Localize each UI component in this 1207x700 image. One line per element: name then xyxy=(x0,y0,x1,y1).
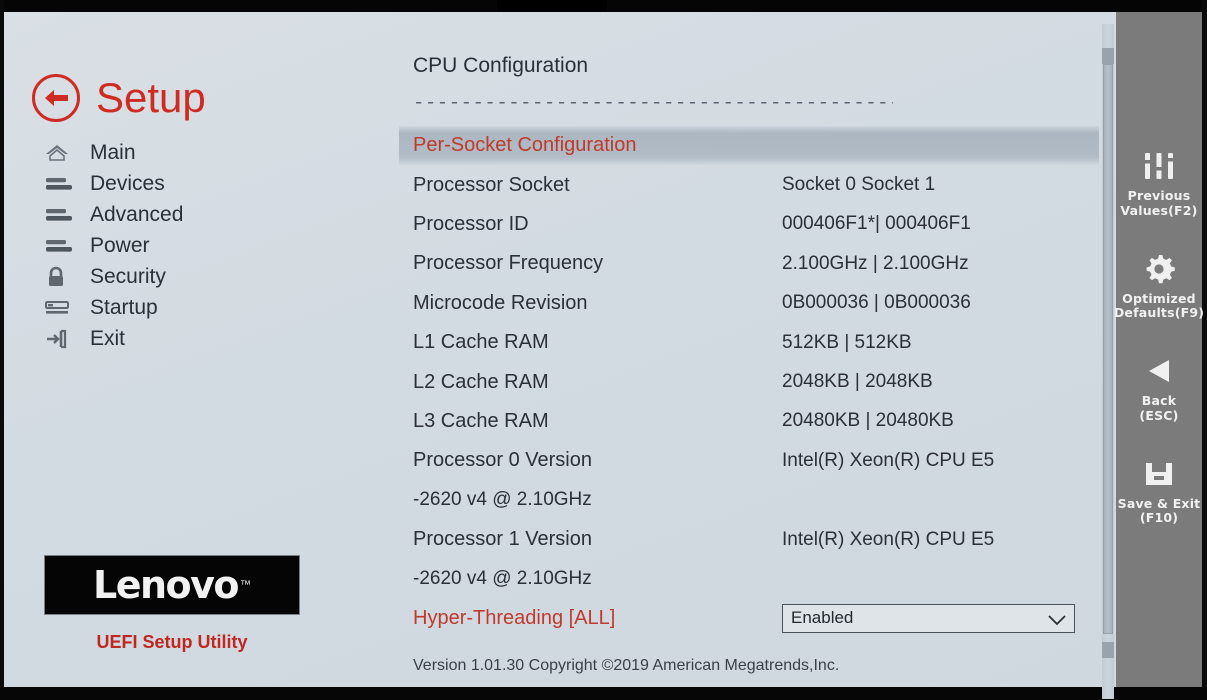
row-value: 0B000036 | 0B000036 xyxy=(782,292,971,314)
sidebar-item-power[interactable]: Power xyxy=(44,231,344,261)
sidebar-item-label: Main xyxy=(90,141,136,164)
startup-list-icon xyxy=(44,298,90,318)
optimized-defaults-button[interactable]: Optimized Defaults(F9) xyxy=(1113,251,1205,322)
lenovo-logo-text: Lenovo xyxy=(92,563,240,607)
lenovo-logo-tm: ™ xyxy=(240,579,252,591)
table-row[interactable]: Processor 1 Version Intel(R) Xeon(R) CPU… xyxy=(399,520,1099,559)
row-value: 2.100GHz | 2.100GHz xyxy=(782,252,969,274)
devices-bars-icon xyxy=(44,174,90,194)
action-panel: Previous Values(F2) Optimized Defaults(F… xyxy=(1113,12,1205,687)
previous-values-label-line1: Previous xyxy=(1127,188,1191,203)
sidebar-item-main[interactable]: Main xyxy=(44,138,344,168)
sidebar-item-label: Power xyxy=(90,234,150,257)
chevron-down-icon xyxy=(1048,613,1066,626)
row-label: Per-Socket Configuration xyxy=(413,134,637,157)
bezel-top-notch xyxy=(497,0,607,12)
home-icon xyxy=(44,143,90,163)
table-row-continuation: -2620 v4 @ 2.10GHz xyxy=(399,481,1099,520)
lenovo-logo: Lenovo ™ xyxy=(44,555,300,615)
table-row[interactable]: Microcode Revision 0B000036 | 0B000036 xyxy=(399,284,1099,323)
advanced-bars-icon xyxy=(44,205,90,225)
hyper-threading-dropdown[interactable]: Enabled xyxy=(782,603,1075,633)
bezel-bottom xyxy=(0,687,1207,700)
page-title: CPU Configuration xyxy=(413,54,589,77)
row-continuation-text: -2620 v4 @ 2.10GHz xyxy=(413,489,592,511)
save-exit-button[interactable]: Save & Exit (F10) xyxy=(1116,456,1202,527)
sliders-icon xyxy=(1141,148,1177,184)
row-value: Socket 0 Socket 1 xyxy=(782,174,936,196)
table-row[interactable]: Per-Socket Configuration xyxy=(399,126,1099,166)
sidebar-item-exit[interactable]: Exit xyxy=(44,324,344,354)
row-label: L2 Cache RAM xyxy=(413,370,549,393)
setup-title[interactable]: Setup xyxy=(32,74,206,122)
lock-icon xyxy=(44,266,90,288)
sidebar-item-advanced[interactable]: Advanced xyxy=(44,200,344,230)
row-value: Intel(R) Xeon(R) CPU E5 xyxy=(782,528,995,550)
row-label: Processor 0 Version xyxy=(413,449,592,472)
bios-screen: Setup Main Devices Advanced Power Securi… xyxy=(0,0,1207,700)
table-row[interactable]: L1 Cache RAM 512KB | 512KB xyxy=(399,323,1099,362)
sidebar-item-label: Startup xyxy=(90,296,158,319)
row-label: Hyper-Threading [ALL] xyxy=(413,606,616,629)
sidebar-item-label: Exit xyxy=(90,327,126,350)
sidebar-item-label: Devices xyxy=(90,172,165,195)
back-label-line1: Back xyxy=(1141,393,1177,408)
previous-values-label-line2: Values(F2) xyxy=(1120,202,1198,218)
row-value: 512KB | 512KB xyxy=(782,331,912,353)
table-row[interactable]: Processor Socket Socket 0 Socket 1 xyxy=(399,165,1099,204)
row-label: Microcode Revision xyxy=(413,291,588,314)
dropdown-selected-value: Enabled xyxy=(791,608,854,628)
back-triangle-icon xyxy=(1143,353,1175,389)
exit-arrow-icon xyxy=(44,328,90,350)
row-label: Processor Frequency xyxy=(413,252,604,275)
scrollbar[interactable] xyxy=(1100,24,1116,699)
save-exit-label-line1: Save & Exit xyxy=(1117,495,1201,511)
scrollbar-cap-top[interactable] xyxy=(1102,48,1114,64)
back-button[interactable]: Back (ESC) xyxy=(1116,353,1202,424)
row-label: L3 Cache RAM xyxy=(413,409,549,432)
row-label: Processor Socket xyxy=(413,173,570,196)
sidebar-item-label: Security xyxy=(90,265,166,288)
sidebar-item-devices[interactable]: Devices xyxy=(44,169,344,199)
table-row[interactable]: Processor 0 Version Intel(R) Xeon(R) CPU… xyxy=(399,441,1099,480)
row-value: 2048KB | 2048KB xyxy=(782,371,933,393)
back-label-line2: (ESC) xyxy=(1139,407,1179,423)
scrollbar-thumb[interactable] xyxy=(1103,64,1113,634)
row-label: L1 Cache RAM xyxy=(413,331,549,354)
sidebar-item-label: Advanced xyxy=(90,203,184,226)
table-row[interactable]: Processor ID 000406F1*| 000406F1 xyxy=(399,205,1099,244)
gear-icon xyxy=(1142,251,1176,287)
row-label: Processor 1 Version xyxy=(413,528,592,551)
divider-rule: ----------------------------------------… xyxy=(413,92,893,106)
scrollbar-cap-bottom[interactable] xyxy=(1102,642,1114,658)
setup-title-label: Setup xyxy=(96,74,206,121)
sidebar-item-security[interactable]: Security xyxy=(44,262,344,292)
save-exit-label-line2: (F10) xyxy=(1139,510,1179,526)
previous-values-button[interactable]: Previous Values(F2) xyxy=(1116,148,1202,219)
bezel-right xyxy=(1202,0,1207,700)
optimized-defaults-label-line1: Optimized xyxy=(1122,290,1196,306)
settings-rows: Per-Socket Configuration Processor Socke… xyxy=(399,126,1099,638)
sidebar-menu: Main Devices Advanced Power Security Sta… xyxy=(44,138,344,355)
table-row[interactable]: L2 Cache RAM 2048KB | 2048KB xyxy=(399,362,1099,401)
row-value: 20480KB | 20480KB xyxy=(782,410,954,432)
save-disk-icon xyxy=(1143,456,1175,492)
table-row[interactable]: L3 Cache RAM 20480KB | 20480KB xyxy=(399,402,1099,441)
row-label: Processor ID xyxy=(413,212,529,235)
table-row[interactable]: Processor Frequency 2.100GHz | 2.100GHz xyxy=(399,244,1099,283)
row-value: 000406F1*| 000406F1 xyxy=(782,213,971,235)
screen-surface: Setup Main Devices Advanced Power Securi… xyxy=(4,12,1205,699)
power-bars-icon xyxy=(44,236,90,256)
row-value: Intel(R) Xeon(R) CPU E5 xyxy=(782,449,995,471)
row-continuation-text: -2620 v4 @ 2.10GHz xyxy=(413,567,592,589)
optimized-defaults-label-line2: Defaults(F9) xyxy=(1113,305,1205,321)
main-content: CPU Configuration ----------------------… xyxy=(399,12,1099,687)
table-row[interactable]: Hyper-Threading [ALL] Enabled xyxy=(399,599,1099,638)
table-row-continuation: -2620 v4 @ 2.10GHz xyxy=(399,559,1099,598)
uefi-caption: UEFI Setup Utility xyxy=(96,632,248,652)
sidebar: Setup Main Devices Advanced Power Securi… xyxy=(4,12,399,687)
version-footer: Version 1.01.30 Copyright ©2019 American… xyxy=(413,657,840,674)
sidebar-item-startup[interactable]: Startup xyxy=(44,293,344,323)
back-arrow-icon[interactable] xyxy=(32,74,80,122)
